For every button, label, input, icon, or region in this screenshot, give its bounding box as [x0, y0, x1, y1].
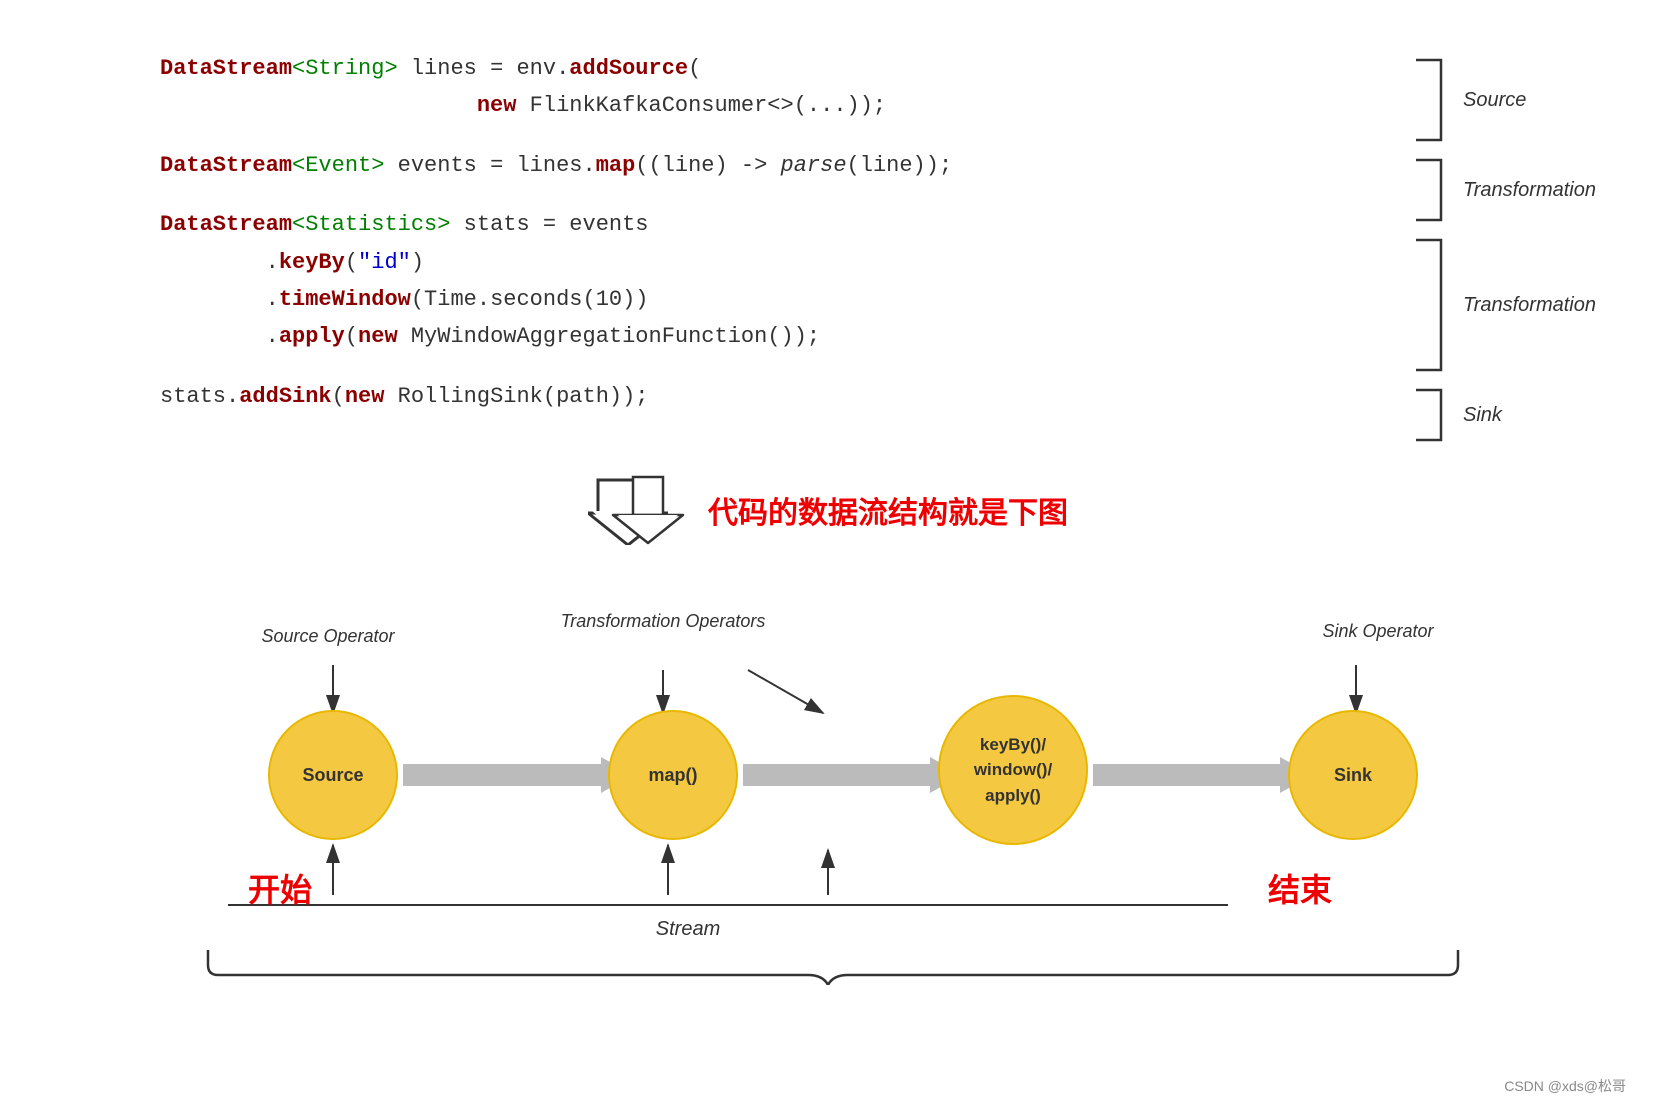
bracket-transform1: Transformation	[1411, 155, 1596, 225]
bracket-transform2: Transformation	[1411, 235, 1596, 375]
code-line-8: stats.addSink(new RollingSink(path));	[160, 378, 1381, 415]
code-line-4: DataStream<Statistics> stats = events	[160, 206, 1381, 243]
code-section: DataStream<String> lines = env.addSource…	[160, 50, 1596, 445]
source-label: Source	[1463, 89, 1526, 112]
code-line-1: DataStream<String> lines = env.addSource…	[160, 50, 1381, 87]
transform2-label: Transformation	[1463, 294, 1596, 317]
code-line-5: .keyBy("id")	[160, 244, 1381, 281]
code-line-6: .timeWindow(Time.seconds(10))	[160, 281, 1381, 318]
node-sink: Sink	[1288, 710, 1418, 840]
code-line-3: DataStream<Event> events = lines.map((li…	[160, 147, 1381, 184]
code-line-2: new FlinkKafkaConsumer<>(...));	[160, 87, 1381, 124]
bracket-sink: Sink	[1411, 385, 1596, 445]
svg-text:Stream: Stream	[656, 918, 720, 940]
arrow-down-svg	[608, 475, 688, 545]
label-sink: Sink Operator	[1278, 620, 1478, 643]
start-label: 开始	[248, 865, 312, 911]
sink-label: Sink	[1463, 404, 1502, 427]
transform1-label: Transformation	[1463, 179, 1596, 202]
label-transform: Transformation Operators	[548, 610, 778, 633]
watermark: CSDN @xds@松哥	[1504, 1076, 1626, 1096]
code-block: DataStream<String> lines = env.addSource…	[160, 50, 1381, 415]
bracket-source: Source	[1411, 55, 1596, 145]
node-map: map()	[608, 710, 738, 840]
code-line-7: .apply(new MyWindowAggregationFunction()…	[160, 318, 1381, 355]
end-label: 结束	[1268, 865, 1332, 911]
page-container: DataStream<String> lines = env.addSource…	[0, 0, 1656, 1108]
arrow-text: 代码的数据流结构就是下图	[708, 488, 1068, 532]
node-source: Source	[268, 710, 398, 840]
arrow-section: 代码的数据流结构就是下图	[60, 475, 1596, 545]
label-source: Source Operator	[228, 625, 428, 648]
node-keyby: keyBy()/window()/apply()	[938, 695, 1088, 845]
bracket-labels: Source Transformation Transformation	[1411, 55, 1596, 445]
